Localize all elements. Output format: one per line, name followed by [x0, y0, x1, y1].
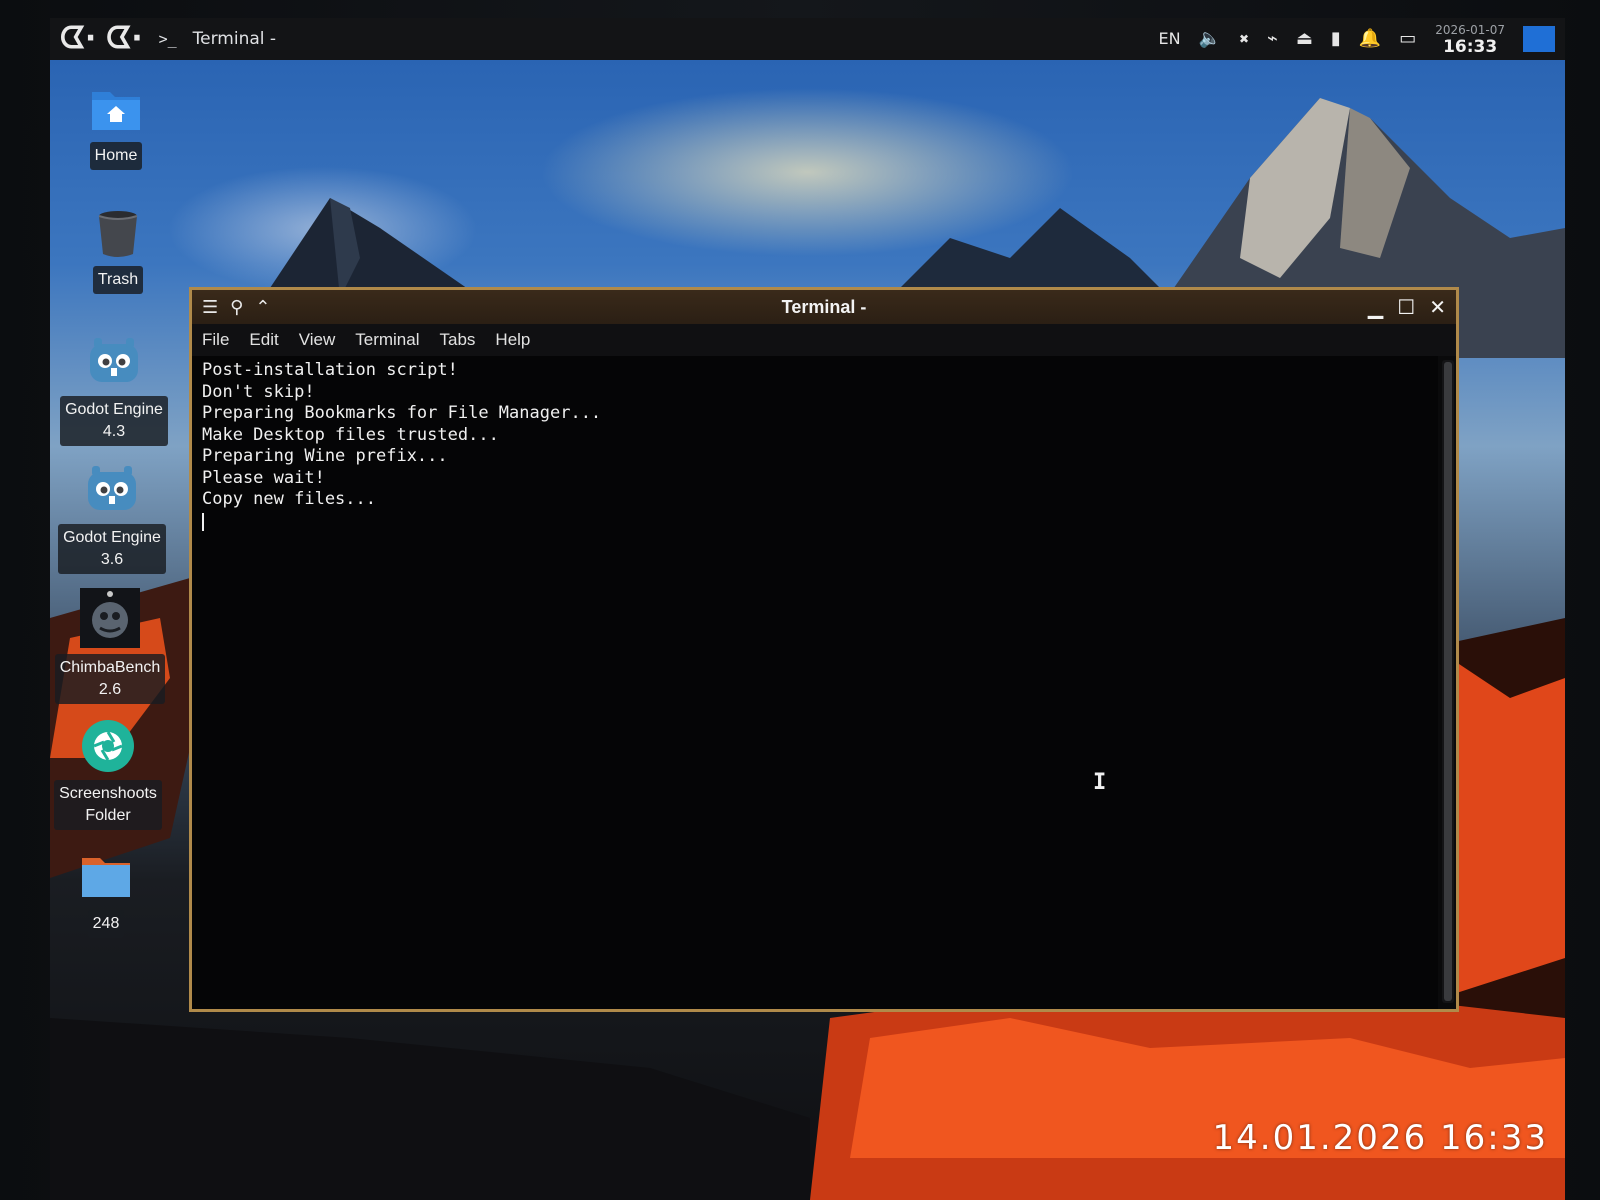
- top-panel: ᗧ· ᗧ· >_ Terminal - EN 🔈 ✖ ⌁ ⏏ ▮ 🔔 ▭ 202…: [50, 18, 1565, 60]
- menu-tabs[interactable]: Tabs: [440, 330, 476, 350]
- folder-icon: [78, 848, 134, 904]
- desktop-icon-label: Screenshoots Folder: [54, 780, 162, 830]
- terminal-window[interactable]: ☰ ⚲ ⌃ Terminal - ▁ ☐ ✕ File Edit View Te…: [189, 287, 1459, 1012]
- terminal-line: Preparing Bookmarks for File Manager...: [202, 403, 602, 423]
- monitor-screen: ᗧ· ᗧ· >_ Terminal - EN 🔈 ✖ ⌁ ⏏ ▮ 🔔 ▭ 202…: [50, 18, 1565, 1200]
- desktop-icon-godot-4-3[interactable]: Godot Engine 4.3: [54, 334, 174, 446]
- godot-icon: [84, 462, 140, 518]
- desktop-icon-label: Home: [89, 142, 143, 170]
- terminal-line: Don't skip!: [202, 381, 315, 402]
- chimbabench-icon: [80, 588, 140, 648]
- display-icon[interactable]: ▭: [1399, 18, 1416, 60]
- taskbar-item-terminal[interactable]: >_ Terminal -: [159, 29, 276, 49]
- text-cursor: [202, 512, 204, 531]
- window-menu-icon[interactable]: ☰: [202, 297, 218, 318]
- desktop-icon-screenshoots-folder[interactable]: Screenshoots Folder: [50, 718, 168, 830]
- terminal-line: Copy new files...: [202, 489, 376, 509]
- desktop-icon-chimbabench[interactable]: ChimbaBench 2.6: [50, 588, 170, 704]
- terminal-prompt-icon: >_: [158, 30, 177, 48]
- photo-timestamp: 14.01.2026 16:33: [1212, 1118, 1548, 1158]
- desktop-icon-label: Trash: [92, 266, 144, 294]
- desktop-icon-label: Godot Engine 3.6: [58, 524, 166, 574]
- desktop-icon-label: 248: [87, 910, 125, 938]
- maximize-icon[interactable]: ☐: [1397, 295, 1415, 319]
- desktop-icon-248[interactable]: 248: [50, 848, 166, 938]
- paperclip-icon[interactable]: ⌁: [1267, 18, 1278, 60]
- battery-charging-icon[interactable]: ▮: [1331, 18, 1341, 60]
- network-disconnected-icon[interactable]: ✖: [1239, 18, 1249, 60]
- terminal-line: Preparing Wine prefix...: [202, 446, 448, 466]
- home-folder-icon: [88, 80, 144, 136]
- desktop-icon-label: ChimbaBench 2.6: [54, 654, 166, 704]
- keyboard-layout-indicator[interactable]: EN: [1158, 18, 1180, 60]
- menu-terminal[interactable]: Terminal: [355, 330, 419, 350]
- shade-up-icon[interactable]: ⌃: [255, 297, 270, 318]
- minimize-icon[interactable]: ▁: [1368, 295, 1383, 319]
- app-menu-icon[interactable]: ᗧ·: [60, 18, 96, 60]
- system-tray: EN 🔈 ✖ ⌁ ⏏ ▮ 🔔 ▭ 2026-01-07 16:33: [1149, 18, 1565, 60]
- scrollbar-thumb[interactable]: [1444, 362, 1452, 1001]
- menu-view[interactable]: View: [299, 330, 336, 350]
- menu-file[interactable]: File: [202, 330, 229, 350]
- terminal-title: Terminal -: [781, 297, 867, 317]
- speaker-icon[interactable]: 🔈: [1199, 18, 1221, 60]
- desktop-icon-godot-3-6[interactable]: Godot Engine 3.6: [52, 462, 172, 574]
- terminal-titlebar[interactable]: ☰ ⚲ ⌃ Terminal - ▁ ☐ ✕: [192, 290, 1456, 324]
- trash-icon: [90, 204, 146, 260]
- eject-icon[interactable]: ⏏: [1296, 18, 1313, 60]
- godot-icon: [86, 334, 142, 390]
- terminal-output[interactable]: Post-installation script! Don't skip! Pr…: [192, 356, 1438, 1009]
- terminal-line: Make Desktop files trusted...: [202, 424, 499, 445]
- taskbar-item-label: Terminal -: [192, 29, 277, 49]
- desktop-icon-label: Godot Engine 4.3: [60, 396, 168, 446]
- clock[interactable]: 2026-01-07 16:33: [1435, 22, 1505, 56]
- close-icon[interactable]: ✕: [1429, 295, 1446, 319]
- terminal-menubar: File Edit View Terminal Tabs Help: [192, 324, 1456, 356]
- pin-icon[interactable]: ⚲: [230, 297, 243, 318]
- notification-bell-icon[interactable]: 🔔: [1359, 18, 1381, 60]
- menu-edit[interactable]: Edit: [249, 330, 278, 350]
- show-desktop-button[interactable]: [1523, 26, 1555, 52]
- launcher-icon[interactable]: ᗧ·: [106, 18, 142, 60]
- terminal-scrollbar[interactable]: [1442, 360, 1454, 1003]
- clock-time: 16:33: [1443, 37, 1498, 57]
- desktop-icon-home[interactable]: Home: [56, 80, 176, 170]
- shutter-icon: [80, 718, 136, 774]
- desktop-icon-trash[interactable]: Trash: [58, 204, 178, 294]
- ibeam-cursor-icon: I: [1093, 770, 1107, 795]
- menu-help[interactable]: Help: [495, 330, 530, 350]
- terminal-line: Post-installation script!: [202, 360, 458, 380]
- terminal-line: Please wait!: [202, 467, 325, 488]
